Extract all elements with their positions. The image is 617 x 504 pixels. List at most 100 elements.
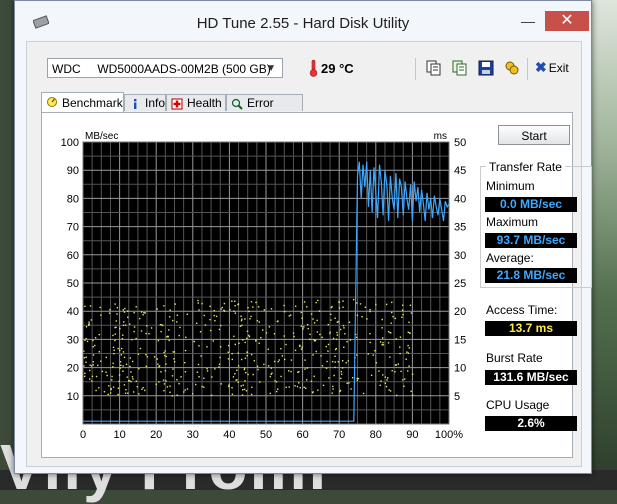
access-time-point xyxy=(345,361,347,364)
access-time-point xyxy=(327,350,329,352)
access-time-point xyxy=(340,373,343,375)
access-time-point xyxy=(91,375,94,378)
access-time-point xyxy=(344,333,346,335)
y-tick-label-right: 25 xyxy=(454,278,466,290)
access-time-point xyxy=(158,381,160,383)
access-time-point xyxy=(140,311,143,313)
access-time-point xyxy=(319,333,321,336)
copy-all-icon[interactable] xyxy=(451,59,469,77)
y-tick-label-right: 10 xyxy=(454,363,466,375)
toolbar: WDC WD5000AADS-00M2B (500 GB) ▼ 29 °C ✖ … xyxy=(27,42,581,90)
access-time-point xyxy=(331,360,334,363)
access-time-point xyxy=(243,367,246,369)
access-time-point xyxy=(332,337,335,340)
access-time-point xyxy=(334,366,336,369)
access-time-point xyxy=(128,379,131,382)
access-time-point xyxy=(160,371,162,373)
access-time-point xyxy=(244,341,246,344)
access-time-point xyxy=(384,382,387,384)
tab-info[interactable]: Info xyxy=(124,94,166,111)
access-time-point xyxy=(197,299,199,302)
access-time-point xyxy=(111,375,113,378)
options-icon[interactable] xyxy=(503,59,521,77)
exit-button[interactable]: ✖ Exit xyxy=(535,59,569,76)
access-time-point xyxy=(98,333,100,336)
title-bar[interactable]: HD Tune 2.55 - Hard Disk Utility — ✕ xyxy=(15,1,591,41)
access-time-point xyxy=(94,344,96,347)
access-time-point xyxy=(118,380,120,383)
access-time-point xyxy=(90,319,93,321)
access-time-point xyxy=(150,327,153,329)
access-time-point xyxy=(196,371,199,373)
access-time-point xyxy=(340,377,342,380)
access-time-point xyxy=(292,332,295,334)
access-time-point xyxy=(305,379,308,381)
access-time-point xyxy=(162,324,164,327)
access-time-point xyxy=(387,377,389,379)
access-time-point xyxy=(288,315,291,317)
access-time-point xyxy=(246,354,248,357)
access-time-point xyxy=(145,332,147,335)
access-time-point xyxy=(277,360,279,363)
access-time-point xyxy=(92,364,94,366)
y-tick-label-left: 30 xyxy=(67,334,79,346)
y-tick-label-left: 80 xyxy=(67,193,79,205)
access-time-point xyxy=(301,317,303,320)
access-time-point xyxy=(173,351,176,353)
access-time-point xyxy=(231,358,234,361)
access-time-point xyxy=(99,306,101,309)
access-time-point xyxy=(337,361,339,363)
access-time-point xyxy=(193,340,195,343)
access-time-point xyxy=(199,331,202,333)
access-time-point xyxy=(214,368,216,370)
access-time-point xyxy=(325,345,327,348)
access-time-point xyxy=(253,360,256,362)
access-time-point xyxy=(200,355,202,357)
start-button[interactable]: Start xyxy=(498,125,570,145)
access-time-point xyxy=(186,388,189,390)
save-icon[interactable] xyxy=(477,59,495,77)
access-time-point xyxy=(407,352,410,354)
access-time-point xyxy=(346,382,348,384)
access-time-point xyxy=(92,361,95,363)
access-time-point xyxy=(250,353,253,356)
tab-error-scan[interactable]: Error Scan xyxy=(226,94,303,127)
minimum-value: 0.0 MB/sec xyxy=(485,197,577,212)
access-time-point xyxy=(342,324,345,327)
access-time-point xyxy=(129,323,131,325)
tab-benchmark[interactable]: Benchmark xyxy=(41,92,124,112)
access-time-point xyxy=(361,316,363,318)
access-time-point xyxy=(255,301,257,304)
access-time-point xyxy=(338,301,341,304)
access-time-point xyxy=(327,343,330,346)
thermometer-icon xyxy=(309,59,318,77)
tab-health[interactable]: Health xyxy=(166,94,226,111)
access-time-point xyxy=(257,368,259,371)
y-tick-label-right: 35 xyxy=(454,222,466,234)
close-button[interactable]: ✕ xyxy=(545,11,589,31)
access-time-point xyxy=(240,315,242,317)
access-time-point xyxy=(159,323,162,326)
access-time-point xyxy=(410,312,413,314)
y-tick-label-left: 40 xyxy=(67,306,79,318)
access-time-point xyxy=(219,346,222,348)
exit-icon: ✖ xyxy=(535,59,547,75)
access-time-point xyxy=(257,306,260,308)
access-time-point xyxy=(385,385,388,388)
access-time-point xyxy=(163,351,165,354)
minimize-button[interactable]: — xyxy=(514,11,542,31)
access-time-point xyxy=(306,367,308,369)
access-time-point xyxy=(95,389,97,392)
access-time-point xyxy=(357,377,360,380)
access-time-point xyxy=(399,346,401,348)
drive-select[interactable]: WDC WD5000AADS-00M2B (500 GB) ▼ xyxy=(47,58,283,78)
access-time-point xyxy=(167,336,169,338)
access-time-point xyxy=(348,321,351,323)
access-time-point xyxy=(178,382,180,385)
access-time-point xyxy=(304,359,306,361)
access-time-point xyxy=(114,303,116,305)
access-time-point xyxy=(97,364,99,367)
access-time-point xyxy=(280,348,282,350)
copy-icon[interactable] xyxy=(425,59,443,77)
health-cross-icon xyxy=(171,98,183,110)
